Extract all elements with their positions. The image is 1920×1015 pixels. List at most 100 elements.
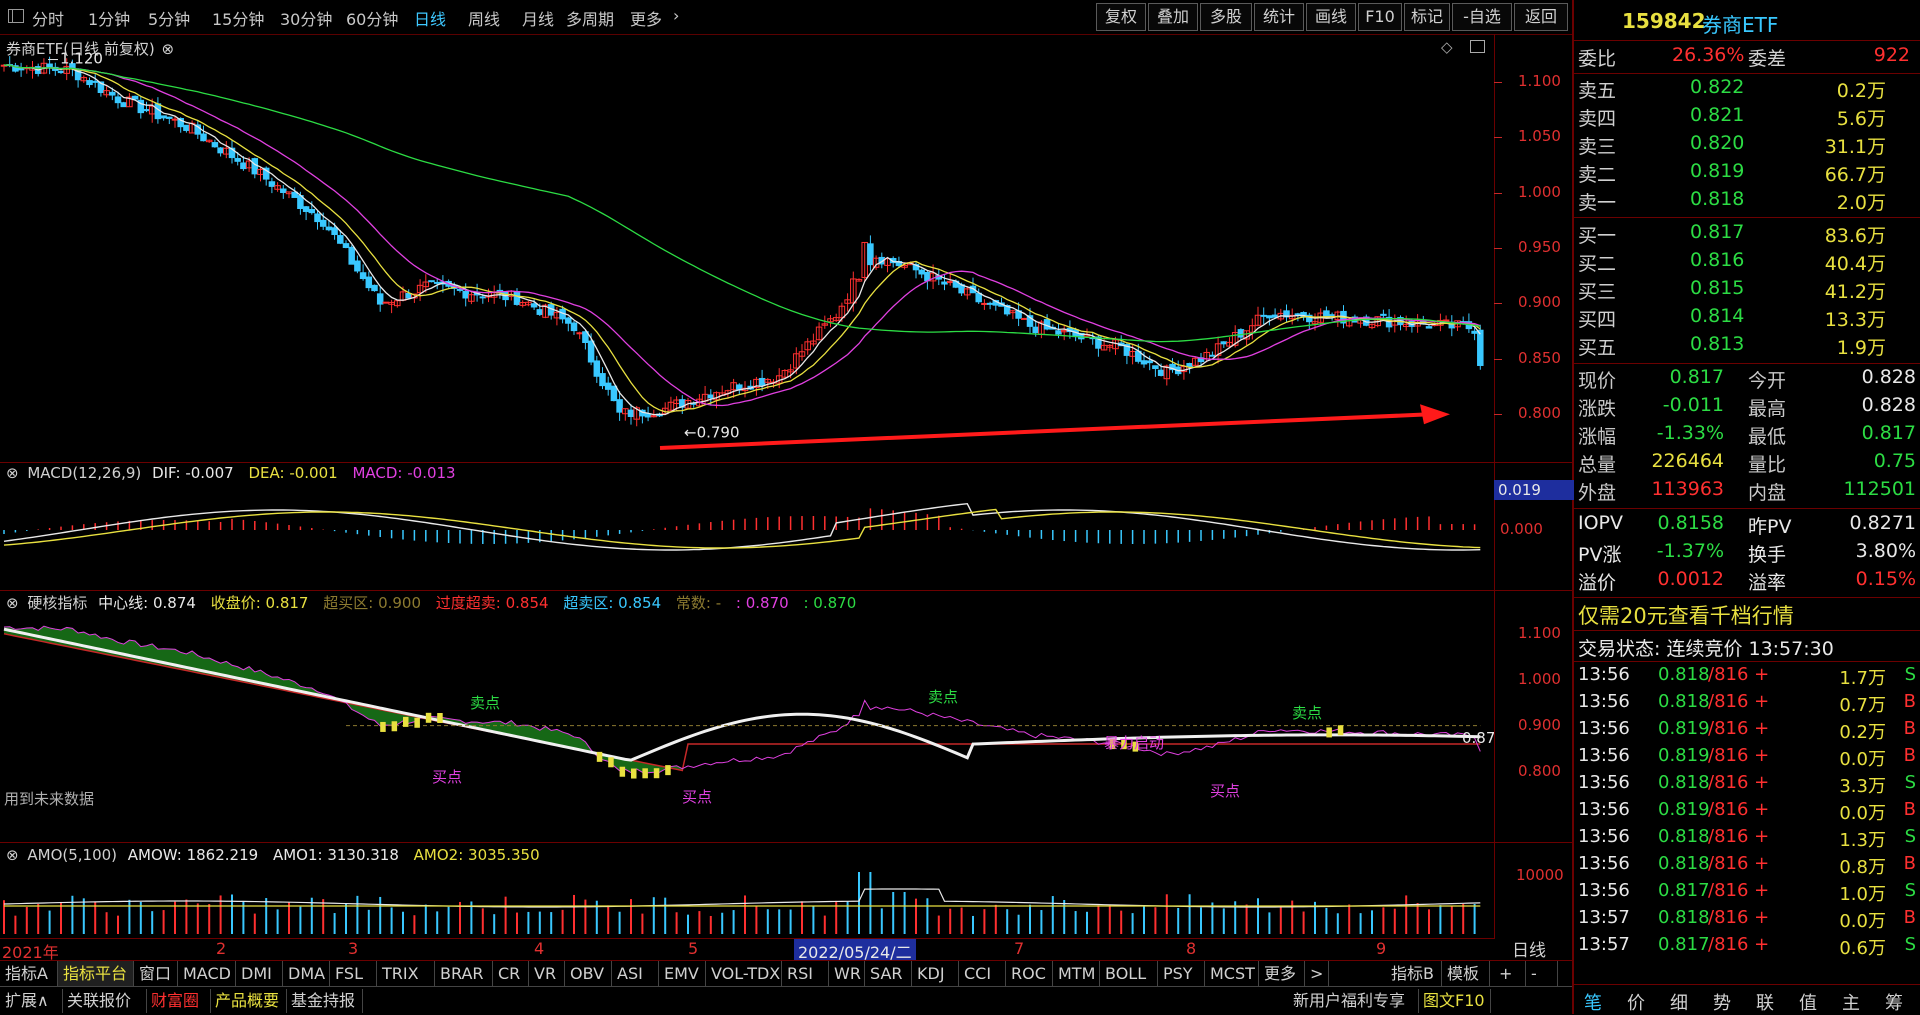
buy-zone-bar (437, 713, 443, 724)
quote-tab-5[interactable]: 值 (1799, 989, 1817, 1015)
bid-row-1[interactable]: 买二 0.816 40.4万 (1574, 249, 1920, 277)
candle-body (758, 377, 766, 386)
period-label[interactable]: 日线 (1512, 936, 1546, 961)
bottom-item-3[interactable]: 产品概要 (210, 989, 287, 1013)
bottom-item-0[interactable]: 扩展∧ (0, 989, 63, 1013)
toolbar-button-8[interactable]: 返回 (1514, 3, 1568, 31)
indicator-tab-9[interactable]: CR (493, 961, 529, 986)
candle-body (1260, 314, 1267, 317)
ask-row-1[interactable]: 卖四 0.821 5.6万 (1574, 104, 1920, 132)
quote-tab-0[interactable]: 笔 (1584, 989, 1602, 1015)
bid-row-2[interactable]: 买三 0.815 41.2万 (1574, 277, 1920, 305)
period-10[interactable]: 更多 (630, 6, 662, 30)
quote-tab-7[interactable]: 筹 (1885, 989, 1903, 1015)
candlestick-chart[interactable]: 1.120 ←0.790 (0, 34, 1494, 462)
hardcore-chart[interactable]: 卖点 卖点卖点买点买点 买点暴力启动 0.87 (0, 590, 1494, 810)
quote-tab-2[interactable]: 细 (1670, 989, 1688, 1015)
bottom-right-item-0[interactable]: 新用户福利专享 (1288, 989, 1419, 1013)
indicator-tab-20[interactable]: ROC (1006, 961, 1053, 986)
indicator-tab-3[interactable]: MACD (178, 961, 236, 986)
indicator-tab-22[interactable]: BOLL (1100, 961, 1158, 986)
indicator-tab-8[interactable]: BRAR (435, 961, 493, 986)
ask-row-3[interactable]: 卖二 0.819 66.7万 (1574, 160, 1920, 188)
stat-label: 昨PV (1748, 516, 1792, 538)
candle-body (1146, 360, 1153, 364)
trade-price-main: 0.818 (1658, 664, 1710, 685)
indicator-tab-19[interactable]: CCI (959, 961, 1006, 986)
candle-body (433, 281, 441, 284)
toolbar-button-2[interactable]: 多股 (1200, 3, 1252, 31)
indicator-tab-14[interactable]: VOL-TDX (706, 961, 782, 986)
chevron-right-icon[interactable]: › (673, 6, 679, 25)
toolbar-button-5[interactable]: F10 (1358, 3, 1402, 31)
bottom-item-4[interactable]: 基金持报 (286, 989, 363, 1013)
trade-row-10: 13:57 0.817/816 + 0.6万 S (1574, 934, 1920, 961)
period-1[interactable]: 1分钟 (88, 6, 130, 30)
indicator-tab-1[interactable]: 指标平台 (58, 961, 134, 986)
ask-row-0[interactable]: 卖五 0.822 0.2万 (1574, 76, 1920, 104)
period-7[interactable]: 周线 (468, 6, 500, 30)
ma20-line (3, 64, 1481, 407)
toolbar-button-3[interactable]: 统计 (1254, 3, 1304, 31)
indicator-tab-21[interactable]: MTM (1053, 961, 1100, 986)
bottom-toolbar: 扩展∧ 关联报价 财富圈 产品概要 基金持报 新用户福利专享 图文F10 (0, 986, 1572, 1015)
amo-chart[interactable] (0, 842, 1494, 938)
bid-volume: 1.9万 (1836, 337, 1886, 359)
indicator-tab-24[interactable]: MCST (1205, 961, 1259, 986)
period-4[interactable]: 30分钟 (280, 6, 332, 30)
period-9[interactable]: 多周期 (566, 6, 614, 30)
indicator-tab-17[interactable]: SAR (865, 961, 912, 986)
indicator-tab-4[interactable]: DMI (236, 961, 283, 986)
period-3[interactable]: 15分钟 (212, 6, 264, 30)
period-2[interactable]: 5分钟 (148, 6, 190, 30)
candle-body (1477, 329, 1484, 366)
toolbar-button-6[interactable]: 标记 (1404, 3, 1450, 31)
time-label-7: 8 (1186, 939, 1197, 958)
period-5[interactable]: 60分钟 (346, 6, 398, 30)
indicator-tab-0[interactable]: 指标A (0, 961, 58, 986)
quote-tab-1[interactable]: 价 (1627, 989, 1645, 1015)
macd-chart[interactable] (0, 462, 1494, 590)
bottom-right-item-1[interactable]: 图文F10 (1418, 989, 1491, 1013)
indicator-tab-16[interactable]: WR (829, 961, 865, 986)
period-0[interactable]: 分时 (32, 6, 64, 30)
toolbar-button-1[interactable]: 叠加 (1148, 3, 1198, 31)
period-8[interactable]: 月线 (522, 6, 554, 30)
indicator-tab-27[interactable]: 指标B (1386, 961, 1442, 986)
indicator-tab-29[interactable]: + (1494, 961, 1526, 986)
indicator-tab-6[interactable]: FSL (330, 961, 377, 986)
indicator-tab-7[interactable]: TRIX (377, 961, 435, 986)
bid-row-4[interactable]: 买五 0.813 1.9万 (1574, 333, 1920, 361)
bid-row-0[interactable]: 买一 0.817 83.6万 (1574, 221, 1920, 249)
bottom-item-2[interactable]: 财富圈 (146, 989, 211, 1013)
indicator-tab-25[interactable]: 更多 (1259, 961, 1305, 986)
trade-row-1: 13:56 0.818/816 + 0.7万 B (1574, 691, 1920, 718)
ask-row-2[interactable]: 卖三 0.820 31.1万 (1574, 132, 1920, 160)
bid-row-3[interactable]: 买四 0.814 13.3万 (1574, 305, 1920, 333)
ask-row-4[interactable]: 卖一 0.818 2.0万 (1574, 188, 1920, 216)
period-6[interactable]: 日线 (414, 6, 446, 30)
indicator-tab-10[interactable]: VR (529, 961, 565, 986)
bottom-item-1[interactable]: 关联报价 (62, 989, 147, 1013)
quote-tab-6[interactable]: 主 (1842, 989, 1860, 1015)
promo-link[interactable]: 仅需20元查看千档行情 (1578, 600, 1794, 630)
candle-body (46, 63, 53, 69)
quote-tab-4[interactable]: 联 (1756, 989, 1774, 1015)
ask-price: 0.821 (1690, 104, 1745, 126)
indicator-tab-12[interactable]: ASI (612, 961, 659, 986)
indicator-tab-28[interactable]: 模板 (1442, 961, 1490, 986)
indicator-tab-26[interactable]: > (1305, 961, 1329, 986)
quote-tab-3[interactable]: 势 (1713, 989, 1731, 1015)
indicator-tab-30[interactable]: - (1526, 961, 1558, 986)
indicator-tab-13[interactable]: EMV (659, 961, 706, 986)
window-toggle-icon[interactable] (8, 9, 24, 23)
indicator-tab-23[interactable]: PSY (1158, 961, 1205, 986)
indicator-tab-5[interactable]: DMA (283, 961, 330, 986)
toolbar-button-0[interactable]: 复权 (1096, 3, 1146, 31)
indicator-tab-18[interactable]: KDJ (912, 961, 959, 986)
indicator-tab-2[interactable]: 窗口 (134, 961, 178, 986)
toolbar-button-4[interactable]: 画线 (1306, 3, 1356, 31)
indicator-tab-11[interactable]: OBV (565, 961, 612, 986)
indicator-tab-15[interactable]: RSI (782, 961, 829, 986)
toolbar-button-7[interactable]: -自选 (1452, 3, 1512, 31)
